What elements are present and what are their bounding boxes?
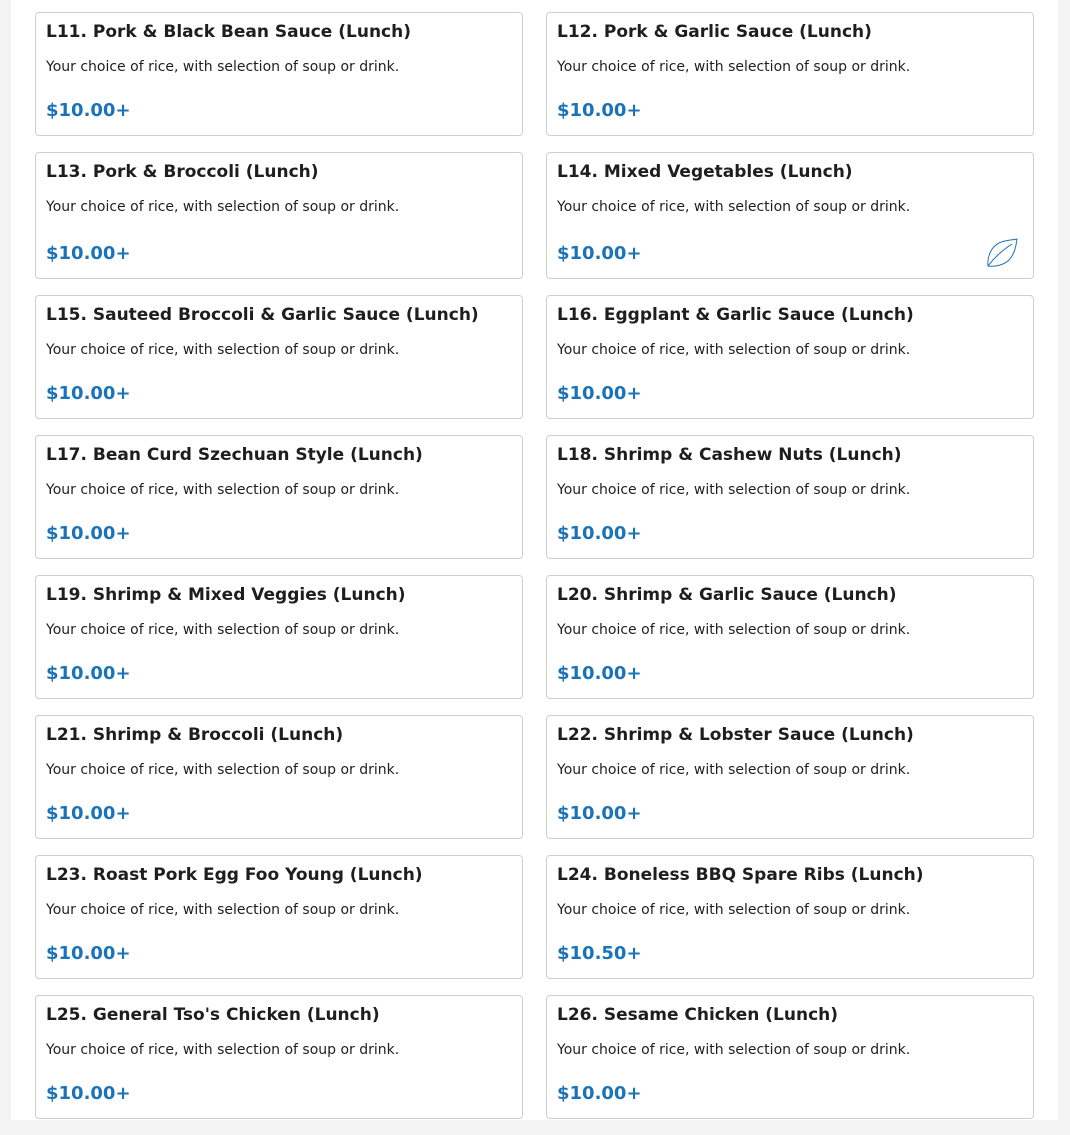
menu-item-price: $10.00+: [557, 383, 642, 404]
menu-item-card[interactable]: L26. Sesame Chicken (Lunch) Your choice …: [546, 995, 1034, 1119]
menu-item-price: $10.00+: [46, 663, 131, 684]
menu-item-card[interactable]: L16. Eggplant & Garlic Sauce (Lunch) You…: [546, 295, 1034, 419]
menu-item-card[interactable]: L21. Shrimp & Broccoli (Lunch) Your choi…: [35, 715, 523, 839]
menu-item-description: Your choice of rice, with selection of s…: [46, 59, 400, 75]
menu-item-card[interactable]: L20. Shrimp & Garlic Sauce (Lunch) Your …: [546, 575, 1034, 699]
menu-item-card[interactable]: L19. Shrimp & Mixed Veggies (Lunch) Your…: [35, 575, 523, 699]
menu-item-price: $10.00+: [557, 523, 642, 544]
menu-item-description: Your choice of rice, with selection of s…: [557, 342, 911, 358]
menu-item-description: Your choice of rice, with selection of s…: [557, 622, 911, 638]
menu-item-price: $10.50+: [557, 943, 642, 964]
menu-item-title: L13. Pork & Broccoli (Lunch): [46, 162, 319, 182]
menu-item-title: L11. Pork & Black Bean Sauce (Lunch): [46, 22, 411, 42]
menu-item-title: L18. Shrimp & Cashew Nuts (Lunch): [557, 445, 902, 465]
menu-item-description: Your choice of rice, with selection of s…: [557, 1042, 911, 1058]
menu-item-title: L23. Roast Pork Egg Foo Young (Lunch): [46, 865, 423, 885]
menu-item-price: $10.00+: [46, 943, 131, 964]
menu-item-title: L16. Eggplant & Garlic Sauce (Lunch): [557, 305, 914, 325]
menu-item-title: L15. Sauteed Broccoli & Garlic Sauce (Lu…: [46, 305, 479, 325]
vegetarian-leaf-icon: [987, 238, 1018, 267]
menu-item-title: L24. Boneless BBQ Spare Ribs (Lunch): [557, 865, 924, 885]
menu-item-description: Your choice of rice, with selection of s…: [557, 902, 911, 918]
menu-item-price: $10.00+: [46, 243, 131, 264]
menu-item-title: L22. Shrimp & Lobster Sauce (Lunch): [557, 725, 914, 745]
menu-item-card[interactable]: L18. Shrimp & Cashew Nuts (Lunch) Your c…: [546, 435, 1034, 559]
menu-item-grid: L11. Pork & Black Bean Sauce (Lunch) You…: [35, 12, 1034, 1135]
menu-item-card[interactable]: L24. Boneless BBQ Spare Ribs (Lunch) You…: [546, 855, 1034, 979]
menu-item-price: $10.00+: [46, 383, 131, 404]
menu-item-title: L17. Bean Curd Szechuan Style (Lunch): [46, 445, 423, 465]
menu-item-description: Your choice of rice, with selection of s…: [46, 482, 400, 498]
menu-item-price: $10.00+: [46, 1083, 131, 1104]
menu-item-price: $10.00+: [46, 523, 131, 544]
menu-item-description: Your choice of rice, with selection of s…: [46, 1042, 400, 1058]
menu-item-card[interactable]: L12. Pork & Garlic Sauce (Lunch) Your ch…: [546, 12, 1034, 136]
menu-item-card[interactable]: L13. Pork & Broccoli (Lunch) Your choice…: [35, 152, 523, 279]
menu-item-title: L12. Pork & Garlic Sauce (Lunch): [557, 22, 872, 42]
menu-item-price: $10.00+: [557, 803, 642, 824]
menu-item-card[interactable]: L23. Roast Pork Egg Foo Young (Lunch) Yo…: [35, 855, 523, 979]
menu-item-description: Your choice of rice, with selection of s…: [557, 762, 911, 778]
menu-item-title: L25. General Tso's Chicken (Lunch): [46, 1005, 380, 1025]
menu-item-price: $10.00+: [557, 1083, 642, 1104]
menu-item-price: $10.00+: [557, 100, 642, 121]
menu-item-title: L14. Mixed Vegetables (Lunch): [557, 162, 853, 182]
menu-item-card[interactable]: L17. Bean Curd Szechuan Style (Lunch) Yo…: [35, 435, 523, 559]
menu-item-description: Your choice of rice, with selection of s…: [557, 199, 911, 215]
menu-item-title: L26. Sesame Chicken (Lunch): [557, 1005, 839, 1025]
menu-item-title: L19. Shrimp & Mixed Veggies (Lunch): [46, 585, 406, 605]
menu-item-card[interactable]: L15. Sauteed Broccoli & Garlic Sauce (Lu…: [35, 295, 523, 419]
menu-item-description: Your choice of rice, with selection of s…: [557, 482, 911, 498]
menu-item-price: $10.00+: [557, 243, 642, 264]
menu-item-title: L20. Shrimp & Garlic Sauce (Lunch): [557, 585, 897, 605]
menu-item-price: $10.00+: [46, 100, 131, 121]
menu-item-description: Your choice of rice, with selection of s…: [557, 59, 911, 75]
menu-item-card[interactable]: L22. Shrimp & Lobster Sauce (Lunch) Your…: [546, 715, 1034, 839]
menu-item-description: Your choice of rice, with selection of s…: [46, 762, 400, 778]
menu-item-description: Your choice of rice, with selection of s…: [46, 902, 400, 918]
menu-item-price: $10.00+: [557, 663, 642, 684]
menu-item-title: L21. Shrimp & Broccoli (Lunch): [46, 725, 344, 745]
menu-item-card[interactable]: L25. General Tso's Chicken (Lunch) Your …: [35, 995, 523, 1119]
menu-item-card[interactable]: L11. Pork & Black Bean Sauce (Lunch) You…: [35, 12, 523, 136]
menu-item-description: Your choice of rice, with selection of s…: [46, 342, 400, 358]
menu-item-price: $10.00+: [46, 803, 131, 824]
menu-item-card[interactable]: L14. Mixed Vegetables (Lunch) Your choic…: [546, 152, 1034, 279]
menu-item-description: Your choice of rice, with selection of s…: [46, 199, 400, 215]
menu-item-description: Your choice of rice, with selection of s…: [46, 622, 400, 638]
menu-page: L11. Pork & Black Bean Sauce (Lunch) You…: [11, 0, 1058, 1120]
